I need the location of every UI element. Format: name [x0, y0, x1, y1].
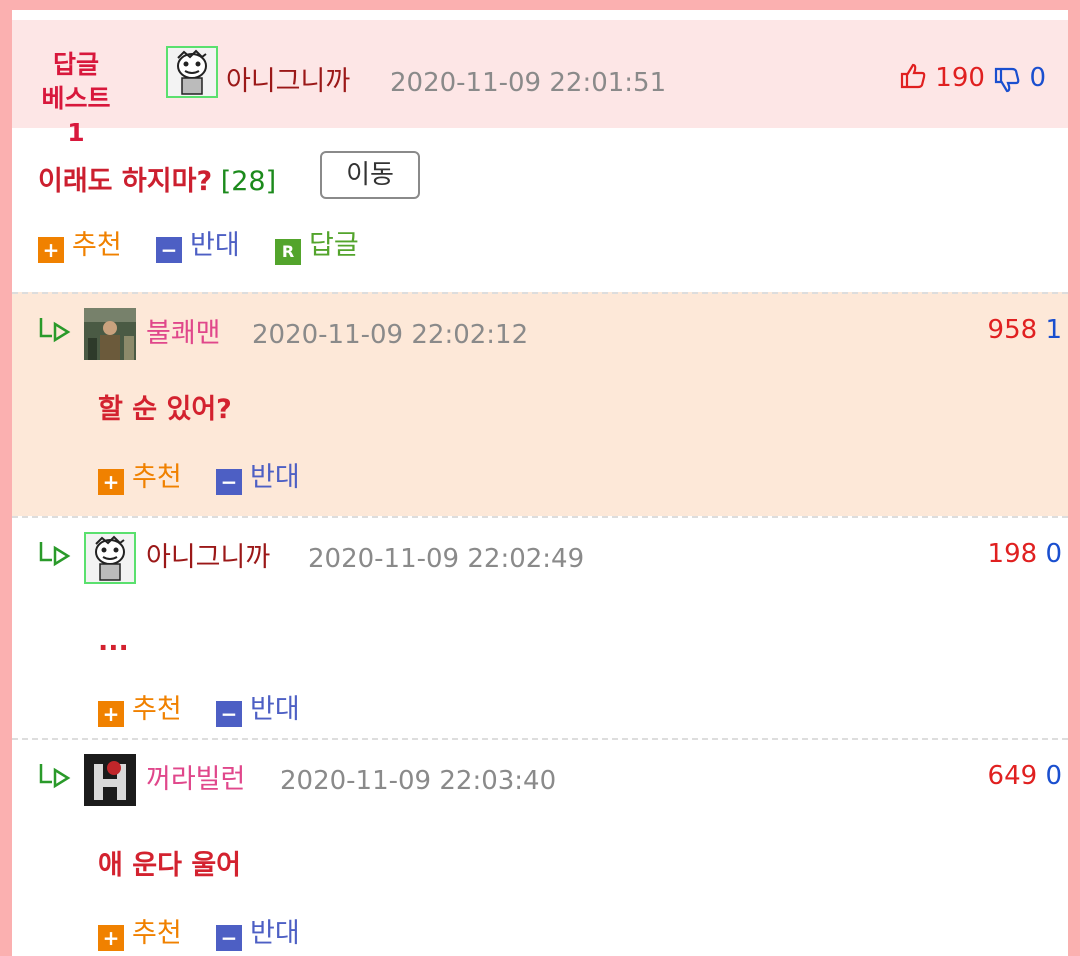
reply-votes: 958 1	[988, 312, 1062, 348]
oppose-label: 반대	[250, 918, 300, 949]
photo-avatar-icon[interactable]	[84, 308, 136, 360]
best-author[interactable]: 아니그니까	[226, 64, 350, 100]
reply-oppose-button[interactable]: − 반대	[216, 692, 300, 728]
best-reply-badge: 답글 베스트1	[38, 48, 114, 150]
reply-arrow-icon	[39, 542, 71, 567]
cartoon-avatar-icon[interactable]	[84, 532, 136, 584]
reply-upvote-count: 958	[987, 315, 1038, 345]
plus-icon: +	[38, 237, 64, 263]
reply-upvote-count: 649	[987, 761, 1038, 791]
oppose-label: 반대	[250, 694, 300, 725]
reply-downvote-count: 0	[1045, 539, 1062, 569]
reply-upvote-count: 198	[987, 539, 1038, 569]
reply-timestamp: 2020-11-09 22:02:49	[308, 544, 585, 574]
oppose-label: 반대	[250, 462, 300, 493]
reply-item: 아니그니까 2020-11-09 22:02:49 198 0 ... + 추천 …	[12, 516, 1068, 738]
minus-icon: −	[216, 469, 242, 495]
reply-body: 애 운다 울어	[98, 850, 241, 881]
recommend-label: 추천	[132, 918, 182, 949]
plus-icon: +	[98, 469, 124, 495]
reply-downvote-count: 0	[1045, 761, 1062, 791]
reply-timestamp: 2020-11-09 22:02:12	[252, 320, 529, 350]
plus-icon: +	[98, 701, 124, 727]
best-votes: 190 0	[899, 60, 1046, 96]
post-frame: 답글 베스트1 아니그니까 2020-11-09 22:01:51 190 0 …	[0, 0, 1080, 956]
thumbs-down-icon[interactable]	[993, 63, 1029, 93]
reply-oppose-button[interactable]: − 반대	[216, 460, 300, 496]
reply-votes: 649 0	[988, 758, 1062, 794]
reply-arrow-icon	[39, 318, 71, 343]
reply-r-icon: R	[275, 239, 301, 265]
best-post-title-row: 이래도 하지마? [28]	[38, 162, 276, 202]
recommend-label: 추천	[132, 462, 182, 493]
reply-label: 답글	[309, 230, 359, 261]
best-post-reply-count: [28]	[220, 166, 277, 197]
minus-icon: −	[156, 237, 182, 263]
best-reply-header: 답글 베스트1 아니그니까 2020-11-09 22:01:51 190 0	[12, 20, 1068, 147]
reply-arrow-icon	[39, 764, 71, 789]
minus-icon: −	[216, 925, 242, 951]
reply-oppose-button[interactable]: − 반대	[216, 916, 300, 952]
best-post-title[interactable]: 이래도 하지마?	[38, 166, 212, 197]
reply-timestamp: 2020-11-09 22:03:40	[280, 766, 557, 796]
reply-item: 꺼라빌런 2020-11-09 22:03:40 649 0 애 운다 울어 +…	[12, 738, 1068, 956]
best-reply-button[interactable]: R 답글	[275, 228, 359, 265]
reply-downvote-count: 1	[1045, 315, 1062, 345]
reply-author[interactable]: 꺼라빌런	[146, 762, 245, 798]
reply-author[interactable]: 불쾌맨	[146, 316, 221, 352]
best-downvote-count: 0	[1029, 63, 1046, 93]
recommend-label: 추천	[72, 230, 122, 261]
reply-author[interactable]: 아니그니까	[146, 540, 270, 576]
best-recommend-button[interactable]: + 추천	[38, 228, 122, 264]
best-badge-line2: 베스트1	[41, 84, 111, 147]
h-logo-avatar-icon[interactable]	[84, 754, 136, 806]
best-upvote-count: 190	[935, 63, 985, 93]
plus-icon: +	[98, 925, 124, 951]
minus-icon: −	[216, 701, 242, 727]
oppose-label: 반대	[190, 230, 240, 261]
reply-recommend-button[interactable]: + 추천	[98, 916, 182, 952]
cartoon-avatar-icon[interactable]	[166, 46, 218, 98]
reply-item: 불쾌맨 2020-11-09 22:02:12 958 1 할 순 있어? + 추…	[12, 292, 1068, 516]
best-timestamp: 2020-11-09 22:01:51	[390, 68, 667, 98]
reply-recommend-button[interactable]: + 추천	[98, 692, 182, 728]
reply-body: ...	[98, 626, 129, 657]
best-oppose-button[interactable]: − 반대	[156, 228, 240, 264]
best-badge-line1: 답글	[52, 50, 99, 79]
reply-votes: 198 0	[988, 536, 1062, 572]
move-button[interactable]: 이동	[320, 151, 420, 199]
recommend-label: 추천	[132, 694, 182, 725]
reply-recommend-button[interactable]: + 추천	[98, 460, 182, 496]
reply-body: 할 순 있어?	[98, 394, 232, 425]
thumbs-up-icon[interactable]	[899, 63, 935, 93]
